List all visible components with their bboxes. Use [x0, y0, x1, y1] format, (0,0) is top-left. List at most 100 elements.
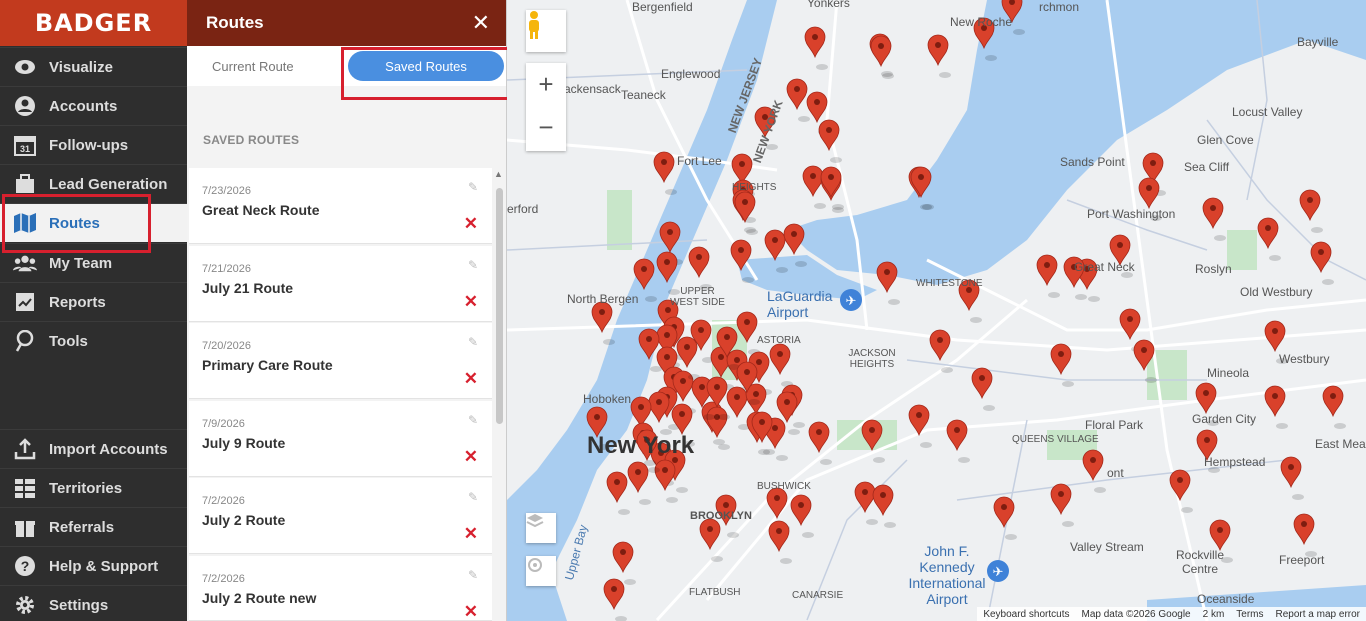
account-marker-pin[interactable] — [606, 471, 628, 504]
edit-icon[interactable]: ✎ — [468, 568, 478, 582]
nav-item-territories[interactable]: Territories — [0, 468, 187, 507]
nav-item-visualize[interactable]: Visualize — [0, 47, 187, 86]
delete-icon[interactable]: ✕ — [464, 369, 478, 389]
account-marker-pin[interactable] — [768, 520, 790, 553]
nav-item-accounts[interactable]: Accounts — [0, 86, 187, 125]
account-marker-pin[interactable] — [1257, 217, 1279, 250]
edit-icon[interactable]: ✎ — [468, 413, 478, 427]
account-marker-pin[interactable] — [971, 367, 993, 400]
route-item[interactable]: 7/2/2026 July 2 Route ✎ ✕ — [189, 478, 492, 554]
nav-item-import-accounts[interactable]: Import Accounts — [0, 429, 187, 468]
account-marker-pin[interactable] — [1138, 177, 1160, 210]
account-marker-pin[interactable] — [802, 165, 824, 198]
delete-icon[interactable]: ✕ — [464, 292, 478, 312]
nav-item-my-team[interactable]: My Team — [0, 243, 187, 282]
account-marker-pin[interactable] — [1293, 513, 1315, 546]
account-marker-pin[interactable] — [870, 35, 892, 68]
account-marker-pin[interactable] — [786, 78, 808, 111]
keyboard-shortcuts-link[interactable]: Keyboard shortcuts — [983, 609, 1069, 620]
account-marker-pin[interactable] — [1299, 189, 1321, 222]
report-error-link[interactable]: Report a map error — [1276, 609, 1360, 620]
account-marker-pin[interactable] — [627, 461, 649, 494]
account-marker-pin[interactable] — [993, 496, 1015, 529]
account-marker-pin[interactable] — [654, 459, 676, 492]
nav-item-lead-generation[interactable]: Lead Generation — [0, 164, 187, 203]
account-marker-pin[interactable] — [1050, 343, 1072, 376]
delete-icon[interactable]: ✕ — [464, 602, 478, 621]
account-marker-pin[interactable] — [804, 26, 826, 59]
route-item[interactable]: 7/21/2026 July 21 Route ✎ ✕ — [189, 246, 492, 322]
account-marker-pin[interactable] — [1310, 241, 1332, 274]
tab-current-route[interactable]: Current Route — [212, 59, 294, 74]
account-marker-pin[interactable] — [1169, 469, 1191, 502]
logo[interactable]: BADGER — [0, 0, 187, 46]
delete-icon[interactable]: ✕ — [464, 214, 478, 234]
my-location-button[interactable] — [526, 556, 556, 586]
scroll-up-icon[interactable]: ▲ — [494, 169, 503, 179]
account-marker-pin[interactable] — [876, 261, 898, 294]
terms-link[interactable]: Terms — [1236, 609, 1263, 620]
account-marker-pin[interactable] — [706, 406, 728, 439]
map-view[interactable]: ✈ ✈ Bergenfield Yonkers New Roche rchmon… — [507, 0, 1366, 621]
account-marker-pin[interactable] — [1050, 483, 1072, 516]
nav-item-help-support[interactable]: ? Help & Support — [0, 546, 187, 585]
account-marker-pin[interactable] — [766, 487, 788, 520]
delete-icon[interactable]: ✕ — [464, 447, 478, 467]
account-marker-pin[interactable] — [776, 391, 798, 424]
delete-icon[interactable]: ✕ — [464, 524, 478, 544]
nav-item-reports[interactable]: Reports — [0, 282, 187, 321]
account-marker-pin[interactable] — [946, 419, 968, 452]
account-marker-pin[interactable] — [818, 119, 840, 152]
account-marker-pin[interactable] — [1209, 519, 1231, 552]
account-marker-pin[interactable] — [1119, 308, 1141, 341]
account-marker-pin[interactable] — [676, 336, 698, 369]
account-marker-pin[interactable] — [820, 166, 842, 199]
account-marker-pin[interactable] — [1202, 197, 1224, 230]
account-marker-pin[interactable] — [688, 246, 710, 279]
account-marker-pin[interactable] — [929, 329, 951, 362]
account-marker-pin[interactable] — [790, 494, 812, 527]
account-marker-pin[interactable] — [603, 578, 625, 611]
edit-icon[interactable]: ✎ — [468, 180, 478, 194]
account-marker-pin[interactable] — [1036, 254, 1058, 287]
account-marker-pin[interactable] — [612, 541, 634, 574]
account-marker-pin[interactable] — [764, 229, 786, 262]
account-marker-pin[interactable] — [854, 481, 876, 514]
route-item[interactable]: 7/20/2026 Primary Care Route ✎ ✕ — [189, 323, 492, 399]
edit-icon[interactable]: ✎ — [468, 490, 478, 504]
street-view-pegman[interactable] — [526, 10, 566, 52]
account-marker-pin[interactable] — [1264, 320, 1286, 353]
nav-item-referrals[interactable]: Referrals — [0, 507, 187, 546]
account-marker-pin[interactable] — [1195, 382, 1217, 415]
route-item[interactable]: 7/23/2026 Great Neck Route ✎ ✕ — [189, 168, 492, 244]
account-marker-pin[interactable] — [653, 151, 675, 184]
account-marker-pin[interactable] — [872, 484, 894, 517]
tab-saved-routes[interactable]: Saved Routes — [348, 51, 504, 81]
account-marker-pin[interactable] — [726, 386, 748, 419]
route-item[interactable]: 7/9/2026 July 9 Route ✎ ✕ — [189, 401, 492, 477]
account-marker-pin[interactable] — [769, 343, 791, 376]
nav-item-settings[interactable]: Settings — [0, 585, 187, 621]
route-item[interactable]: 7/2/2026 July 2 Route new ✎ ✕ — [189, 556, 492, 621]
nav-item-tools[interactable]: Tools — [0, 321, 187, 360]
account-marker-pin[interactable] — [1082, 449, 1104, 482]
account-marker-pin[interactable] — [648, 391, 670, 424]
zoom-out-button[interactable]: − — [538, 107, 553, 151]
close-icon[interactable]: ✕ — [472, 10, 490, 36]
nav-item-routes[interactable]: Routes — [0, 203, 187, 242]
edit-icon[interactable]: ✎ — [468, 258, 478, 272]
account-marker-pin[interactable] — [927, 34, 949, 67]
account-marker-pin[interactable] — [1264, 385, 1286, 418]
edit-icon[interactable]: ✎ — [468, 335, 478, 349]
layers-button[interactable] — [526, 513, 556, 543]
account-marker-pin[interactable] — [783, 223, 805, 256]
account-marker-pin[interactable] — [630, 396, 652, 429]
zoom-in-button[interactable]: + — [538, 63, 553, 107]
nav-item-follow-ups[interactable]: 31 Follow-ups — [0, 125, 187, 164]
account-marker-pin[interactable] — [1322, 385, 1344, 418]
account-marker-pin[interactable] — [731, 153, 753, 186]
account-marker-pin[interactable] — [1280, 456, 1302, 489]
account-marker-pin[interactable] — [808, 421, 830, 454]
account-marker-pin[interactable] — [806, 91, 828, 124]
account-marker-pin[interactable] — [699, 518, 721, 551]
